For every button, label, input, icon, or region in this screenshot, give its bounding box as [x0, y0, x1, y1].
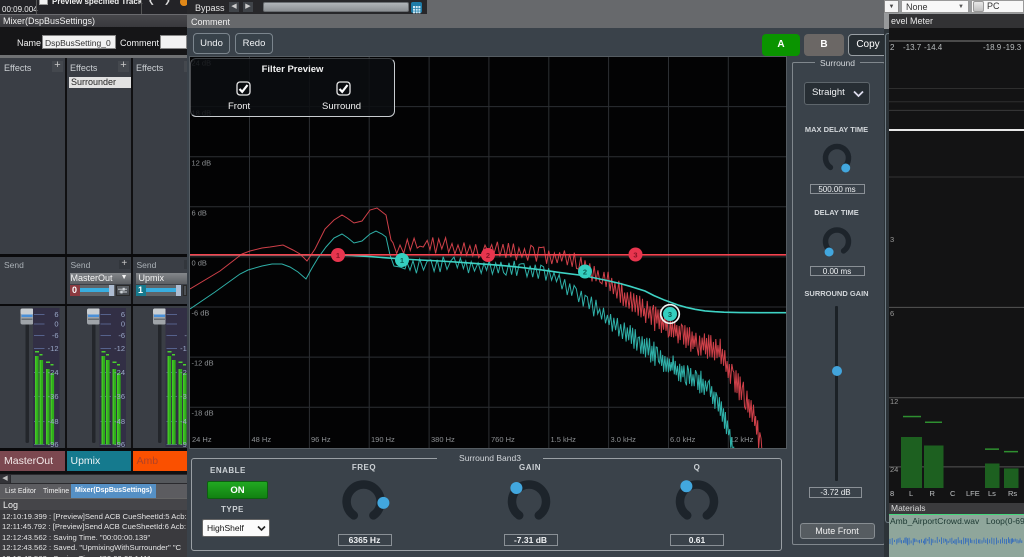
- svg-text:-18.9: -18.9: [983, 43, 1002, 52]
- svg-text:0: 0: [121, 320, 125, 329]
- svg-text:6.0 kHz: 6.0 kHz: [670, 435, 696, 444]
- svg-text:2: 2: [583, 267, 587, 276]
- svg-text:1.5 kHz: 1.5 kHz: [551, 435, 577, 444]
- svg-text:L: L: [909, 489, 913, 498]
- svg-text:-18 dB: -18 dB: [192, 409, 214, 418]
- svg-text:1: 1: [400, 256, 404, 265]
- svg-text:-48: -48: [180, 417, 187, 426]
- svg-text:190 Hz: 190 Hz: [371, 435, 395, 444]
- svg-text:2: 2: [890, 43, 895, 52]
- svg-text:380 Hz: 380 Hz: [431, 435, 455, 444]
- svg-text:-48: -48: [48, 417, 59, 426]
- svg-text:6: 6: [121, 310, 125, 319]
- svg-text:-19.3: -19.3: [1003, 43, 1022, 52]
- svg-text:-12: -12: [48, 344, 59, 353]
- svg-text:-96: -96: [114, 440, 125, 448]
- svg-text:-24: -24: [48, 368, 59, 377]
- svg-text:1: 1: [336, 251, 340, 260]
- svg-text:-14.4: -14.4: [924, 43, 943, 52]
- svg-text:-24: -24: [180, 368, 187, 377]
- svg-text:6: 6: [54, 310, 58, 319]
- svg-text:-96: -96: [180, 440, 187, 448]
- svg-text:-96: -96: [48, 440, 59, 448]
- svg-text:-12 dB: -12 dB: [192, 359, 214, 368]
- svg-text:2: 2: [486, 251, 490, 260]
- svg-text:0: 0: [54, 320, 58, 329]
- svg-text:24 Hz: 24 Hz: [192, 435, 212, 444]
- svg-text:-6 dB: -6 dB: [192, 309, 210, 318]
- svg-text:760 Hz: 760 Hz: [491, 435, 515, 444]
- svg-text:24: 24: [890, 465, 898, 474]
- svg-text:Rs: Rs: [1008, 489, 1017, 498]
- svg-text:12 kHz: 12 kHz: [730, 435, 754, 444]
- svg-text:-6: -6: [52, 331, 59, 340]
- svg-text:0 dB: 0 dB: [192, 259, 207, 268]
- svg-text:6: 6: [890, 309, 894, 318]
- svg-text:Ls: Ls: [988, 489, 996, 498]
- svg-text:-12: -12: [180, 344, 187, 353]
- svg-text:12 dB: 12 dB: [192, 159, 212, 168]
- svg-text:6 dB: 6 dB: [192, 209, 207, 218]
- svg-text:-6: -6: [118, 331, 125, 340]
- svg-text:R: R: [930, 489, 936, 498]
- svg-text:C: C: [950, 489, 956, 498]
- svg-text:-36: -36: [114, 392, 125, 401]
- svg-text:3: 3: [890, 235, 894, 244]
- svg-text:48 Hz: 48 Hz: [252, 435, 272, 444]
- svg-text:-24: -24: [114, 368, 125, 377]
- svg-text:-36: -36: [180, 392, 187, 401]
- svg-text:LFE: LFE: [966, 489, 980, 498]
- svg-text:3: 3: [668, 310, 672, 319]
- svg-text:-48: -48: [114, 417, 125, 426]
- svg-text:-36: -36: [48, 392, 59, 401]
- svg-text:-12: -12: [114, 344, 125, 353]
- svg-text:3.0 kHz: 3.0 kHz: [611, 435, 637, 444]
- svg-text:12: 12: [890, 397, 898, 406]
- svg-text:-13.7: -13.7: [903, 43, 922, 52]
- svg-text:96 Hz: 96 Hz: [311, 435, 331, 444]
- svg-text:8: 8: [890, 489, 894, 498]
- svg-text:3: 3: [633, 250, 637, 259]
